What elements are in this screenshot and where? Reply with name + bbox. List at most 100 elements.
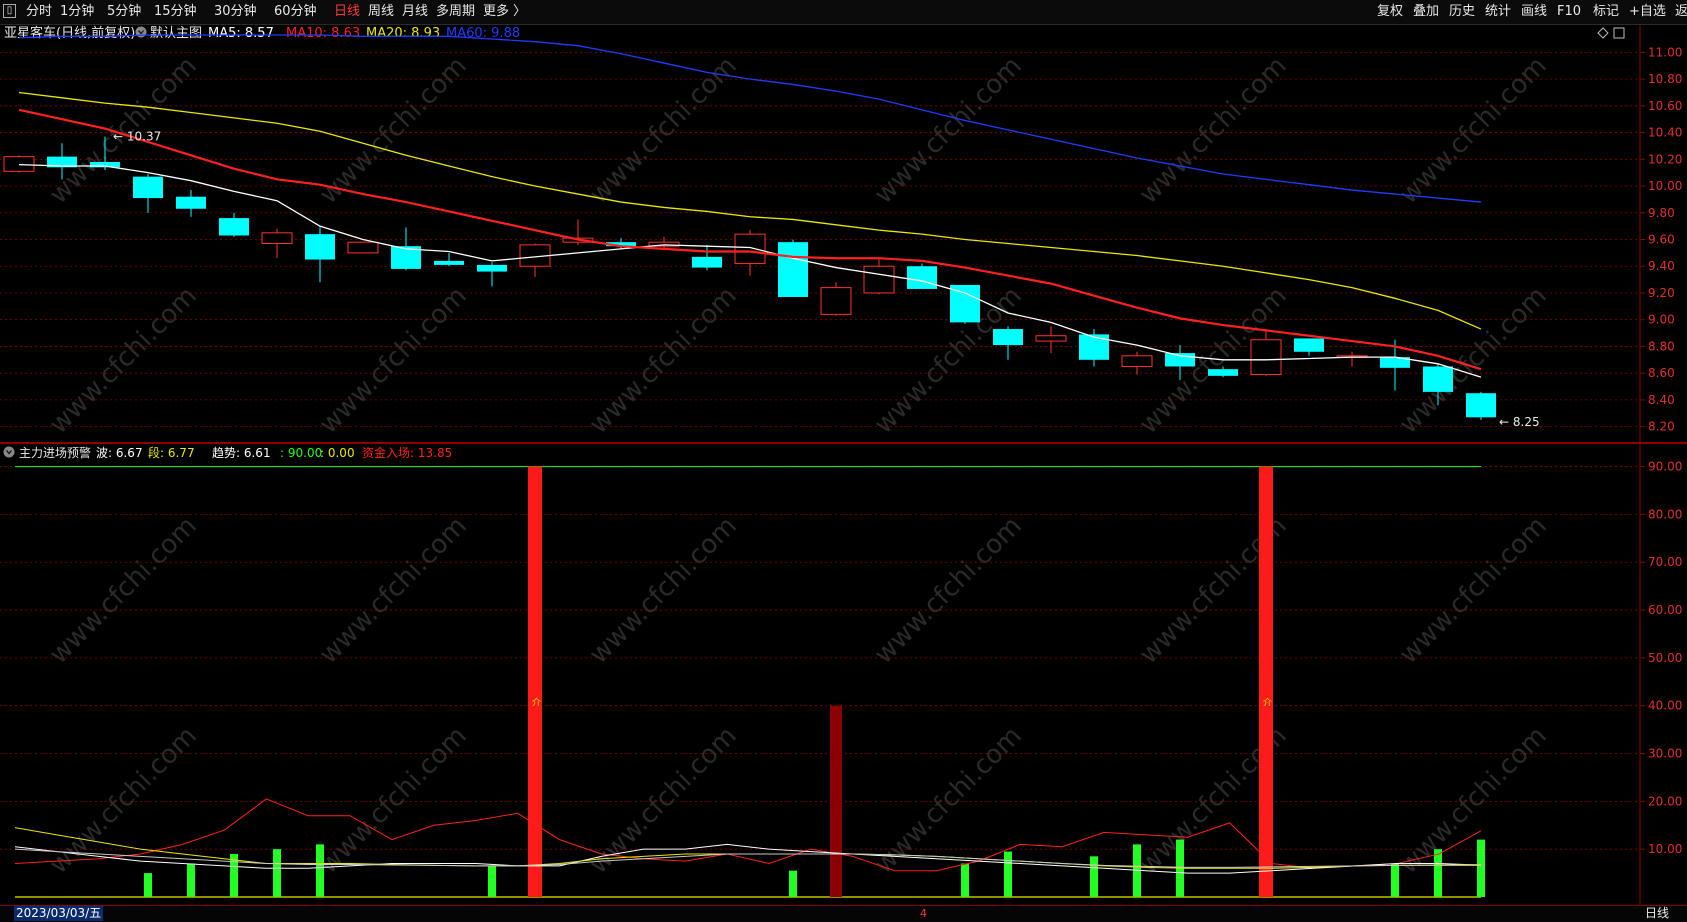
diamond-icon[interactable] [1597,27,1609,39]
watermark-text: www.cfchi.com [44,281,203,440]
candle-body [261,232,293,245]
price-axis-label: 9.80 [1648,206,1675,220]
layout-toggle-icon[interactable]: ▯ [3,4,16,18]
indicator-axis-label: 70.00 [1648,555,1682,569]
function-button-3[interactable]: 统计 [1485,3,1511,21]
candle-body [1035,335,1067,342]
green-signal-bar [1477,839,1485,897]
price-axis-label: 8.60 [1648,366,1675,380]
candle-body [820,287,852,315]
time-axis-tick: 4 [920,907,927,920]
candle-body [1079,334,1109,360]
period-tab-7[interactable]: 周线 [368,3,394,21]
green-signal-bar [789,870,797,897]
price-axis-label: 8.20 [1648,420,1675,434]
function-button-7[interactable]: +自选 [1629,3,1666,21]
signal-label: 介 [532,698,541,709]
candle-body [863,265,895,294]
status-bar: 2023/03/03/五 4 日线 [0,905,1687,922]
period-tab-5[interactable]: 60分钟 [274,3,317,21]
sub-panel-header: 主力进场预警 波: 6.67 段: 6.77 趋势: 6.61 : 90.00 … [3,445,452,460]
green-signal-bar [961,863,969,897]
green-signal-bar [144,873,152,897]
indicator-dropdown-icon[interactable] [3,446,15,458]
candle-body [993,329,1023,346]
watermark-text: www.cfchi.com [869,281,1028,440]
watermark-text: www.cfchi.com [314,721,473,880]
function-button-5[interactable]: F10 [1557,3,1581,21]
cursor-date-label: 2023/03/03/五 [14,906,104,921]
watermark-text: www.cfchi.com [1394,721,1553,880]
function-button-8[interactable]: 返回 [1675,3,1687,21]
candle-body [692,256,722,268]
trend-value: 趋势: 6.61 [212,446,271,460]
price-axis-label: 10.00 [1648,179,1682,193]
price-axis-label: 10.60 [1648,99,1682,113]
darkred-signal-bar [830,705,842,897]
candle-body [778,242,808,297]
candle-body [1208,369,1238,376]
period-tab-10[interactable]: 更多 〉 [483,3,526,21]
function-button-4[interactable]: 画线 [1521,3,1547,21]
function-button-1[interactable]: 叠加 [1413,3,1439,21]
ma20-indicator: MA20: 8.93 [366,26,440,41]
indicator-axis-label: 50.00 [1648,651,1682,665]
period-label[interactable]: 日线 [1645,906,1669,921]
period-tab-4[interactable]: 30分钟 [214,3,257,21]
period-tab-3[interactable]: 15分钟 [154,3,197,21]
indicator-axis-label: 80.00 [1648,507,1682,521]
indicator-axis-label: 60.00 [1648,603,1682,617]
watermark-text: www.cfchi.com [1394,51,1553,210]
chart-area[interactable]: 亚星客车(日线,前复权) 默认主图 MA5: 8.57 MA10: 8.63 M… [0,25,1687,905]
function-button-2[interactable]: 历史 [1449,3,1475,21]
candle-body [3,156,35,172]
watermark-text: www.cfchi.com [584,721,743,880]
upper-line-value: : 90.00 [280,446,322,460]
ma5-indicator: MA5: 8.57 [208,26,274,41]
period-tab-6[interactable]: 日线 [334,3,360,21]
green-signal-bar [273,849,281,897]
candle-body [1423,366,1453,392]
period-tab-0[interactable]: 分时 [26,3,52,21]
candle-body [347,241,379,254]
main-price-panel: www.cfchi.com www.cfchi.com www.cfchi.com w… [0,25,1687,905]
function-button-0[interactable]: 复权 [1377,3,1403,21]
price-axis-label: 11.00 [1648,45,1682,59]
candle-body [1466,393,1496,418]
candle-body [734,233,766,265]
chart-svg[interactable]: 亚星客车(日线,前复权) 默认主图 MA5: 8.57 MA10: 8.63 M… [0,25,1687,905]
candle-body [477,264,507,272]
capital-inflow-value: 资金入场: 13.85 [362,445,452,460]
green-signal-bar [1434,849,1442,897]
price-axis-label: 9.00 [1648,313,1675,327]
indicator-axis-label: 10.00 [1648,842,1682,856]
period-tab-9[interactable]: 多周期 [436,3,475,21]
candle-body [1121,355,1153,367]
price-axis-label: 10.20 [1648,152,1682,166]
main-panel-header: 亚星客车(日线,前复权) 默认主图 MA5: 8.57 MA10: 8.63 M… [4,25,1625,41]
panel-maximize-icon[interactable] [1613,27,1625,39]
function-button-6[interactable]: 标记 [1593,3,1619,21]
indicator-axis-label: 20.00 [1648,794,1682,808]
price-axis-label: 10.80 [1648,72,1682,86]
period-tab-2[interactable]: 5分钟 [107,3,141,21]
red-signal-bar [1259,466,1273,897]
green-signal-bar [316,844,324,897]
watermark-text: www.cfchi.com [1134,51,1293,210]
watermark-text: www.cfchi.com [314,51,473,210]
candle-body [1294,338,1324,352]
watermark-text: www.cfchi.com [1394,511,1553,670]
green-signal-bar [1090,856,1098,897]
watermark-text: www.cfchi.com [584,281,743,440]
period-tab-8[interactable]: 月线 [402,3,428,21]
watermark-text: www.cfchi.com [314,511,473,670]
price-axis-label: 10.40 [1648,126,1682,140]
candle-body [176,196,206,209]
wave-value: 波: 6.67 [96,446,143,460]
period-tab-1[interactable]: 1分钟 [60,3,94,21]
period-toolbar: ▯ 分时 1分钟 5分钟 15分钟 30分钟 60分钟 日线 周线 月线 多周期 更多 〉 复权 叠加… [0,0,1687,25]
indicator-axis-label: 90.00 [1648,460,1682,474]
candle-body [907,266,937,289]
candle-body [305,234,335,260]
green-signal-bar [187,863,195,897]
